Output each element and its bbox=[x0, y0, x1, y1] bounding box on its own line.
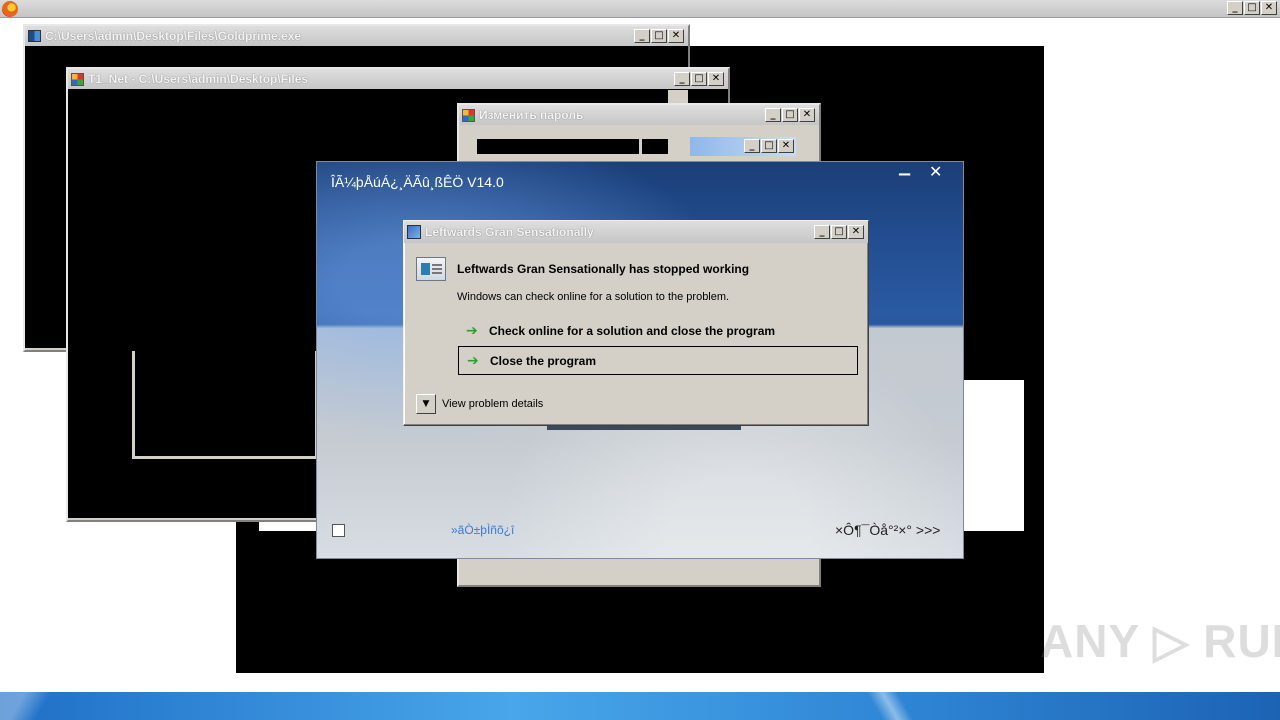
close-program-option[interactable]: ➔ Close the program bbox=[458, 346, 858, 375]
t1net-title: T1_Net - C:\Users\admin\Desktop\Files bbox=[88, 72, 309, 86]
firefox-icon[interactable] bbox=[2, 1, 18, 17]
embedded-close-button[interactable]: ✕ bbox=[778, 139, 794, 153]
password-minimize-button[interactable]: _ bbox=[765, 108, 781, 122]
goldprime-maximize-button[interactable]: □ bbox=[651, 29, 667, 43]
taskbar bbox=[0, 692, 1280, 720]
top-maximize-button[interactable]: □ bbox=[1244, 1, 1260, 15]
console-app-icon bbox=[28, 30, 41, 42]
anyrun-watermark: ANY ▷ RUN bbox=[1040, 615, 1280, 667]
password-titlebar[interactable]: Изменить пароль _ □ ✕ bbox=[459, 105, 819, 125]
password-field-1[interactable] bbox=[477, 139, 639, 154]
green-arrow-icon: ➔ bbox=[467, 352, 479, 369]
embedded-maximize-button[interactable]: □ bbox=[761, 139, 777, 153]
top-window-bar bbox=[0, 0, 1280, 18]
installer-minimize-button[interactable]: − bbox=[897, 164, 912, 185]
app-window-icon bbox=[462, 108, 475, 122]
password-title: Изменить пароль bbox=[479, 108, 584, 122]
view-details-label[interactable]: View problem details bbox=[442, 398, 543, 410]
goldprime-titlebar[interactable]: C:\Users\admin\Desktop\Files\Goldprime.e… bbox=[25, 26, 688, 46]
password-maximize-button[interactable]: □ bbox=[782, 108, 798, 122]
installer-link[interactable]: »ãÒ±þÌñõ¿î bbox=[451, 523, 514, 537]
chevron-down-icon: ▼ bbox=[422, 399, 430, 409]
password-field-2[interactable] bbox=[642, 139, 668, 154]
dialog-close-button[interactable]: ✕ bbox=[848, 225, 864, 239]
top-caption-buttons: _ □ ✕ bbox=[1227, 1, 1277, 15]
installer-checkbox[interactable] bbox=[332, 524, 345, 537]
embedded-window-titlebar[interactable]: _ □ ✕ bbox=[690, 137, 796, 156]
dialog-subtext: Windows can check online for a solution … bbox=[457, 291, 730, 303]
installer-close-button[interactable]: ✕ bbox=[929, 162, 942, 181]
t1net-close-button[interactable]: ✕ bbox=[708, 72, 724, 86]
goldprime-title: C:\Users\admin\Desktop\Files\Goldprime.e… bbox=[45, 29, 302, 43]
white-panel bbox=[963, 380, 1024, 531]
inner-frame bbox=[132, 351, 318, 459]
top-close-button[interactable]: ✕ bbox=[1261, 1, 1277, 15]
green-arrow-icon: ➔ bbox=[466, 322, 478, 339]
installer-title: ÎÃ¼þÅúÁ¿¸ÄÃû¸ßÊÖ V14.0 bbox=[331, 174, 504, 190]
close-program-label: Close the program bbox=[490, 353, 597, 368]
error-report-icon bbox=[416, 257, 446, 281]
dialog-heading: Leftwards Gran Sensationally has stopped… bbox=[457, 262, 750, 276]
embedded-minimize-button[interactable]: _ bbox=[744, 139, 760, 153]
t1net-minimize-button[interactable]: _ bbox=[674, 72, 690, 86]
goldprime-minimize-button[interactable]: _ bbox=[634, 29, 650, 43]
dialog-titlebar[interactable]: Leftwards Gran Sensationally _ □ ✕ bbox=[404, 221, 868, 243]
t1net-titlebar[interactable]: T1_Net - C:\Users\admin\Desktop\Files _ … bbox=[68, 69, 728, 89]
goldprime-close-button[interactable]: ✕ bbox=[668, 29, 684, 43]
dialog-minimize-button[interactable]: _ bbox=[814, 225, 830, 239]
dialog-app-icon bbox=[407, 225, 421, 239]
view-details-toggle[interactable]: ▼ bbox=[416, 394, 436, 414]
t1net-maximize-button[interactable]: □ bbox=[691, 72, 707, 86]
dialog-title: Leftwards Gran Sensationally bbox=[425, 225, 594, 239]
app-window-icon bbox=[71, 72, 84, 86]
taskbar-glow-left bbox=[0, 692, 70, 720]
scroll-stub bbox=[668, 90, 688, 104]
check-online-option[interactable]: ➔ Check online for a solution and close … bbox=[458, 316, 858, 345]
installer-next-button[interactable]: ×Ô¶¯Òå°²×° >>> bbox=[835, 522, 940, 538]
dialog-maximize-button[interactable]: □ bbox=[831, 225, 847, 239]
top-minimize-button[interactable]: _ bbox=[1227, 1, 1243, 15]
password-close-button[interactable]: ✕ bbox=[799, 108, 815, 122]
check-online-label: Check online for a solution and close th… bbox=[489, 323, 776, 338]
error-dialog[interactable]: Leftwards Gran Sensationally _ □ ✕ Leftw… bbox=[403, 220, 869, 426]
taskbar-glow-right bbox=[860, 692, 920, 720]
